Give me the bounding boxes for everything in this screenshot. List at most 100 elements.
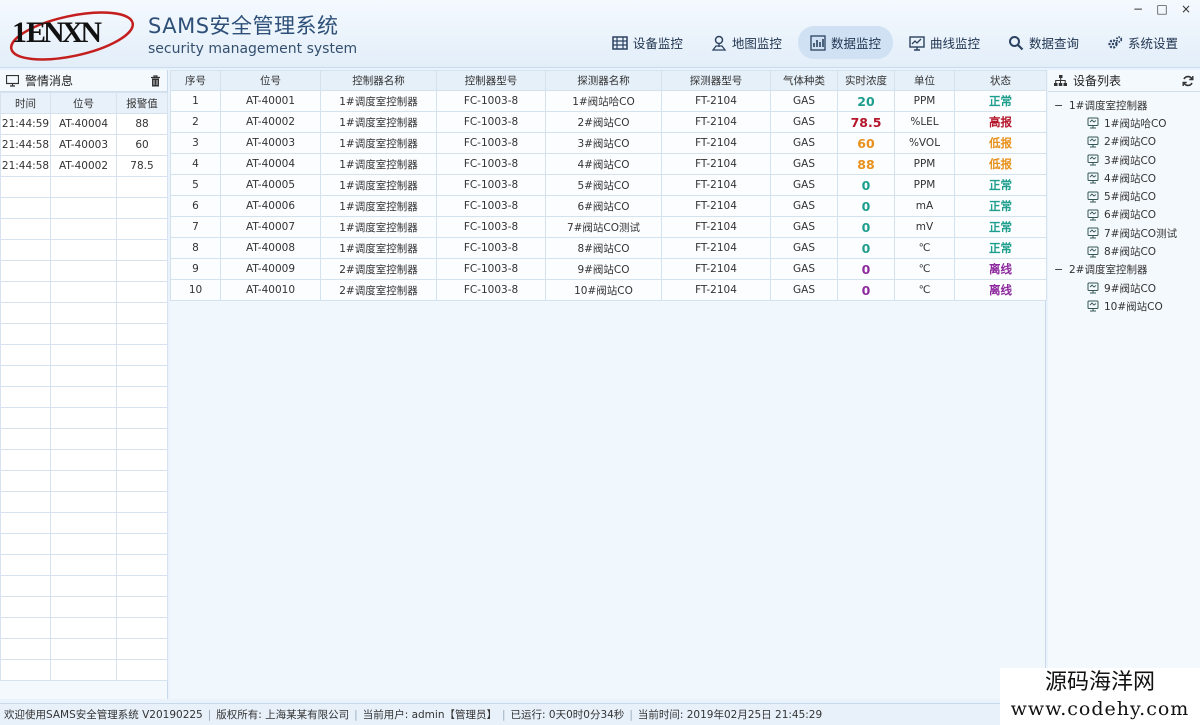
trash-icon[interactable]: [150, 74, 161, 87]
nav-system-settings[interactable]: 系统设置: [1095, 26, 1190, 59]
cell-val: 78.5: [837, 111, 895, 133]
alarm-row-empty: [0, 659, 168, 681]
tree-controller[interactable]: −2#调度室控制器: [1054, 261, 1200, 279]
table-row[interactable]: 5 AT-40005 1#调度室控制器 FC-1003-8 5#阀站CO FT-2104 G…: [170, 174, 1047, 196]
restore-button[interactable]: □: [1156, 3, 1168, 15]
alarm-cell: [0, 659, 51, 681]
alarm-cell: [0, 344, 51, 366]
alarm-row-empty: [0, 617, 168, 639]
cell-ctrl-model: FC-1003-8: [436, 132, 546, 154]
table-row[interactable]: 6 AT-40006 1#调度室控制器 FC-1003-8 6#阀站CO FT-2104 G…: [170, 195, 1047, 217]
tree-detector[interactable]: 7#阀站CO测试: [1054, 224, 1200, 242]
alarm-cell: [50, 617, 117, 639]
table-row[interactable]: 1 AT-40001 1#调度室控制器 FC-1003-8 1#阀站哈CO FT-2104…: [170, 90, 1047, 112]
collapse-icon[interactable]: −: [1054, 263, 1064, 276]
monitor-curve-icon: [909, 35, 925, 51]
tree-detector-label: 8#阀站CO: [1104, 246, 1157, 259]
window-controls: − □ ×: [1132, 3, 1192, 15]
nav-map-monitor[interactable]: 地图监控: [699, 26, 794, 59]
cell-status: 正常: [954, 174, 1047, 196]
table-row[interactable]: 8 AT-40008 1#调度室控制器 FC-1003-8 8#阀站CO FT-2104 G…: [170, 237, 1047, 259]
close-button[interactable]: ×: [1180, 3, 1192, 15]
nav-data-query[interactable]: 数据查询: [996, 26, 1091, 59]
alarm-cell: [116, 407, 168, 429]
tree-detector[interactable]: 10#阀站CO: [1054, 297, 1200, 315]
alarm-cell: [0, 554, 51, 576]
cell-gas: GAS: [770, 216, 838, 238]
alarm-row-empty: [0, 260, 168, 282]
tree-detector[interactable]: 5#阀站CO: [1054, 187, 1200, 205]
alarm-cell: [116, 344, 168, 366]
detector-icon: [1087, 136, 1099, 148]
nav-data-monitor[interactable]: 数据监控: [797, 26, 893, 59]
table-row[interactable]: 4 AT-40004 1#调度室控制器 FC-1003-8 4#阀站CO FT-2104 G…: [170, 153, 1047, 175]
cell-val: 88: [837, 153, 895, 175]
alarm-cell: 21:44:58: [0, 134, 51, 156]
tree-detector[interactable]: 3#阀站CO: [1054, 151, 1200, 169]
alarm-row-empty: [0, 281, 168, 303]
alarm-row-empty: [0, 491, 168, 513]
cell-tag: AT-40005: [220, 174, 321, 196]
cell-ctrl-model: FC-1003-8: [436, 195, 546, 217]
cell-tag: AT-40008: [220, 237, 321, 259]
cell-det: 5#阀站CO: [545, 174, 662, 196]
cell-no: 2: [170, 111, 221, 133]
alarm-table: 时间 位号 报警值 21:44:59 AT-40004 88 21:44:58 AT-4…: [0, 92, 168, 681]
table-row[interactable]: 2 AT-40002 1#调度室控制器 FC-1003-8 2#阀站CO FT-2104 G…: [170, 111, 1047, 133]
alarm-cell: [116, 239, 168, 261]
table-row[interactable]: 3 AT-40003 1#调度室控制器 FC-1003-8 3#阀站CO FT-2104 G…: [170, 132, 1047, 154]
alarm-panel-title: 警情消息: [25, 74, 74, 88]
data-table: 序号 位号 控制器名称 控制器型号 探测器名称 探测器型号 气体种类 实时浓度 单位 状态 1 AT…: [170, 70, 1047, 301]
alarm-row-empty: [0, 176, 168, 198]
watermark-line1: 源码海洋网: [1044, 670, 1155, 695]
tree-detector[interactable]: 2#阀站CO: [1054, 133, 1200, 151]
col-alarm-value: 报警值: [116, 92, 168, 114]
cell-val: 0: [837, 195, 895, 217]
cell-det-model: FT-2104: [661, 279, 771, 301]
cell-val: 20: [837, 90, 895, 112]
cell-det-model: FT-2104: [661, 132, 771, 154]
table-row[interactable]: 10 AT-40010 2#调度室控制器 FC-1003-8 10#阀站CO FT-210…: [170, 279, 1047, 301]
tree-detector[interactable]: 1#阀站哈CO: [1054, 114, 1200, 132]
minimize-button[interactable]: −: [1132, 3, 1144, 15]
alarm-cell: [0, 449, 51, 471]
cell-gas: GAS: [770, 279, 838, 301]
tree-detector[interactable]: 8#阀站CO: [1054, 242, 1200, 260]
data-monitor-panel: 序号 位号 控制器名称 控制器型号 探测器名称 探测器型号 气体种类 实时浓度 单位 状态 1 AT…: [170, 70, 1047, 699]
cell-ctrl: 2#调度室控制器: [320, 258, 437, 280]
refresh-icon[interactable]: [1182, 75, 1194, 87]
cell-unit: mV: [894, 216, 955, 238]
table-row[interactable]: 9 AT-40009 2#调度室控制器 FC-1003-8 9#阀站CO FT-2104 G…: [170, 258, 1047, 280]
alarm-cell: [50, 239, 117, 261]
tree-controller[interactable]: −1#调度室控制器: [1054, 96, 1200, 114]
alarm-row[interactable]: 21:44:58 AT-40003 60: [0, 134, 168, 156]
cell-det: 9#阀站CO: [545, 258, 662, 280]
collapse-icon[interactable]: −: [1054, 99, 1064, 112]
cell-det-model: FT-2104: [661, 111, 771, 133]
nav-device-monitor[interactable]: 设备监控: [600, 26, 695, 59]
alarm-row-empty: [0, 638, 168, 660]
alarm-cell: [0, 491, 51, 513]
alarm-cell: [0, 281, 51, 303]
table-row[interactable]: 7 AT-40007 1#调度室控制器 FC-1003-8 7#阀站CO测试 FT-210…: [170, 216, 1047, 238]
cell-val: 0: [837, 279, 895, 301]
cell-gas: GAS: [770, 132, 838, 154]
cell-val: 0: [837, 258, 895, 280]
tree-detector[interactable]: 4#阀站CO: [1054, 169, 1200, 187]
cell-status: 离线: [954, 258, 1047, 280]
tree-detector[interactable]: 9#阀站CO: [1054, 279, 1200, 297]
cell-det-model: FT-2104: [661, 237, 771, 259]
cell-ctrl-model: FC-1003-8: [436, 90, 546, 112]
cell-tag: AT-40003: [220, 132, 321, 154]
cell-gas: GAS: [770, 153, 838, 175]
alarm-cell: AT-40003: [50, 134, 117, 156]
cell-gas: GAS: [770, 90, 838, 112]
nav-curve-monitor[interactable]: 曲线监控: [897, 26, 992, 59]
alarm-cell: 60: [116, 134, 168, 156]
alarm-row[interactable]: 21:44:59 AT-40004 88: [0, 113, 168, 135]
tree-detector[interactable]: 6#阀站CO: [1054, 206, 1200, 224]
search-icon: [1008, 35, 1024, 50]
alarm-row[interactable]: 21:44:58 AT-40002 78.5: [0, 155, 168, 177]
alarm-row-empty: [0, 575, 168, 597]
cell-det: 2#阀站CO: [545, 111, 662, 133]
